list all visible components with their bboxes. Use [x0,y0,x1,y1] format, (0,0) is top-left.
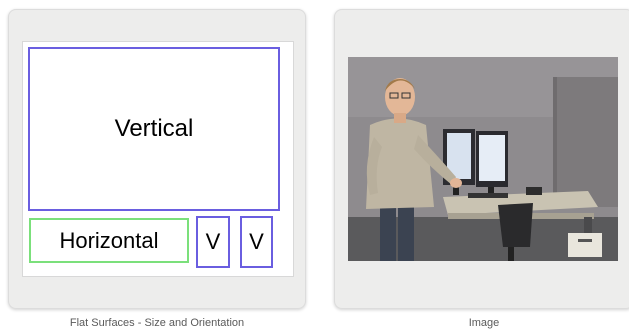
vertical-surface-region: Vertical [28,47,280,211]
small-vertical-surface-region-1: V [196,216,230,268]
small-vertical-surface-label-1: V [205,229,221,254]
image-caption: Image [468,317,500,329]
surfaces-thumbnail-card[interactable]: Vertical Horizontal V V [8,9,306,309]
horizontal-surface-label: Horizontal [59,227,159,253]
horizontal-surface-region: Horizontal [29,218,189,263]
vertical-surface-label: Vertical [114,115,194,142]
image-thumbnail-card[interactable] [334,9,629,309]
small-vertical-surface-region-2: V [240,216,273,268]
small-vertical-surface-label-2: V [249,229,264,254]
surfaces-diagram: Vertical Horizontal V V [22,41,294,277]
surfaces-caption: Flat Surfaces - Size and Orientation [69,317,245,329]
office-photo [348,57,618,261]
